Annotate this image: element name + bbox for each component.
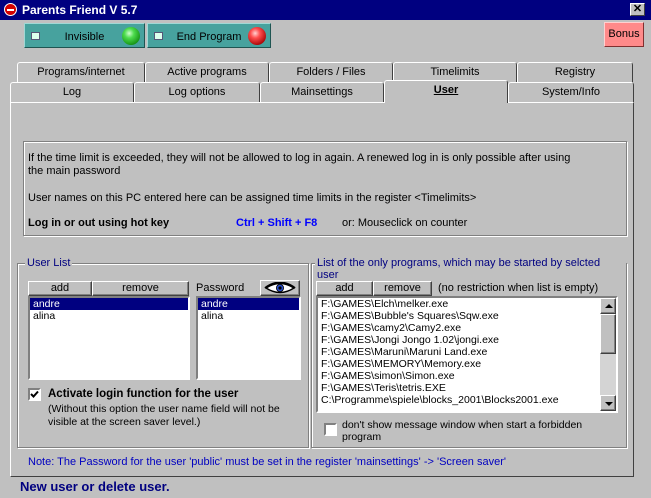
info-box: If the time limit is exceeded, they will… [23,141,627,236]
bonus-button[interactable]: Bonus [604,22,644,47]
green-led-icon [122,27,140,45]
eye-icon [264,282,296,294]
programs-scrollbar[interactable] [600,298,616,411]
invisible-button[interactable]: Invisible [24,23,145,48]
show-password-button[interactable] [260,280,300,296]
programs-listbox[interactable]: F:\GAMES\Elch\melker.exe F:\GAMES\Bubble… [316,296,618,413]
scroll-thumb[interactable] [600,314,616,354]
activate-login-checkbox[interactable] [28,388,41,401]
hotkey-alt: or: Mouseclick on counter [342,217,468,229]
programs-legend: List of the only programs, which may be … [315,257,626,281]
activate-login-label: Activate login function for the user [48,388,239,400]
list-item[interactable]: andre [30,298,188,310]
tab-system-info[interactable]: System/Info [508,82,634,103]
activate-note-1: (Without this option the user name field… [48,403,280,415]
info-line-3: User names on this PC entered here can b… [28,192,477,204]
remove-user-button[interactable]: remove [92,281,189,296]
arrow-down-icon [605,402,613,406]
arrow-up-icon [605,304,613,308]
tab-log[interactable]: Log [10,82,134,103]
hotkey-label: Log in or out using hot key [28,217,170,229]
programs-note: (no restriction when list is empty) [438,282,599,294]
list-item[interactable]: F:\GAMES\Maruni\Maruni Land.exe [318,346,616,358]
info-line-2: the main password [28,165,121,177]
list-item[interactable]: F:\GAMES\Teris\tetris.EXE [318,382,616,394]
remove-program-button[interactable]: remove [373,281,432,296]
user-list-legend: User List [25,257,73,269]
list-item[interactable]: alina [198,310,299,322]
add-user-button[interactable]: add [28,281,92,296]
allowed-programs-group: List of the only programs, which may be … [311,257,627,448]
red-led-icon [248,27,266,45]
list-item[interactable]: F:\GAMES\Bubble's Squares\Sqw.exe [318,310,616,322]
status-text: New user or delete user. [20,479,170,494]
no-message-checkbox[interactable] [324,423,337,436]
tab-mainsettings[interactable]: Mainsettings [260,82,384,103]
list-item[interactable]: F:\GAMES\Elch\melker.exe [318,298,616,310]
tab-folders-files[interactable]: Folders / Files [269,62,393,83]
scroll-down-button[interactable] [600,395,616,411]
list-item[interactable]: alina [30,310,188,322]
list-item[interactable]: F:\GAMES\camy2\Camy2.exe [318,322,616,334]
list-item[interactable]: C:\Programme\spiele\blocks_2001\Blocks20… [318,394,616,406]
title-bar: Parents Friend V 5.7 ✕ [0,0,651,20]
password-label: Password [196,282,245,294]
end-program-button[interactable]: End Program [147,23,271,48]
checkmark-icon [30,390,39,398]
close-button[interactable]: ✕ [630,3,645,16]
tab-user-label: User [433,84,459,96]
tab-log-options[interactable]: Log options [134,82,260,103]
tab-programs-internet[interactable]: Programs/internet [17,62,145,83]
list-item[interactable]: F:\GAMES\Jongi Jongo 1.02\jongi.exe [318,334,616,346]
user-listbox[interactable]: andre alina [28,296,190,380]
app-icon [4,3,17,16]
tab-user[interactable]: User [384,80,508,103]
public-password-note: Note: The Password for the user 'public'… [28,456,506,468]
list-item[interactable]: F:\GAMES\simon\Simon.exe [318,370,616,382]
no-message-label-1: don't show message window when start a f… [342,419,583,431]
no-message-label-2: program [342,431,382,443]
list-item[interactable]: F:\GAMES\MEMORY\Memory.exe [318,358,616,370]
hotkey-combo: Ctrl + Shift + F8 [236,217,318,229]
info-line-1: If the time limit is exceeded, they will… [28,152,571,164]
window-title: Parents Friend V 5.7 [22,3,138,17]
scroll-up-button[interactable] [600,298,616,314]
user-list-group: User List add remove Password andre alin… [17,257,309,448]
list-item[interactable]: andre [198,298,299,310]
tab-registry[interactable]: Registry [517,62,633,83]
activate-note-2: visible at the screen saver level.) [48,416,201,428]
tab-active-programs[interactable]: Active programs [145,62,269,83]
add-program-button[interactable]: add [316,281,373,296]
password-listbox[interactable]: andre alina [196,296,301,380]
user-tab-panel: If the time limit is exceeded, they will… [10,102,634,477]
